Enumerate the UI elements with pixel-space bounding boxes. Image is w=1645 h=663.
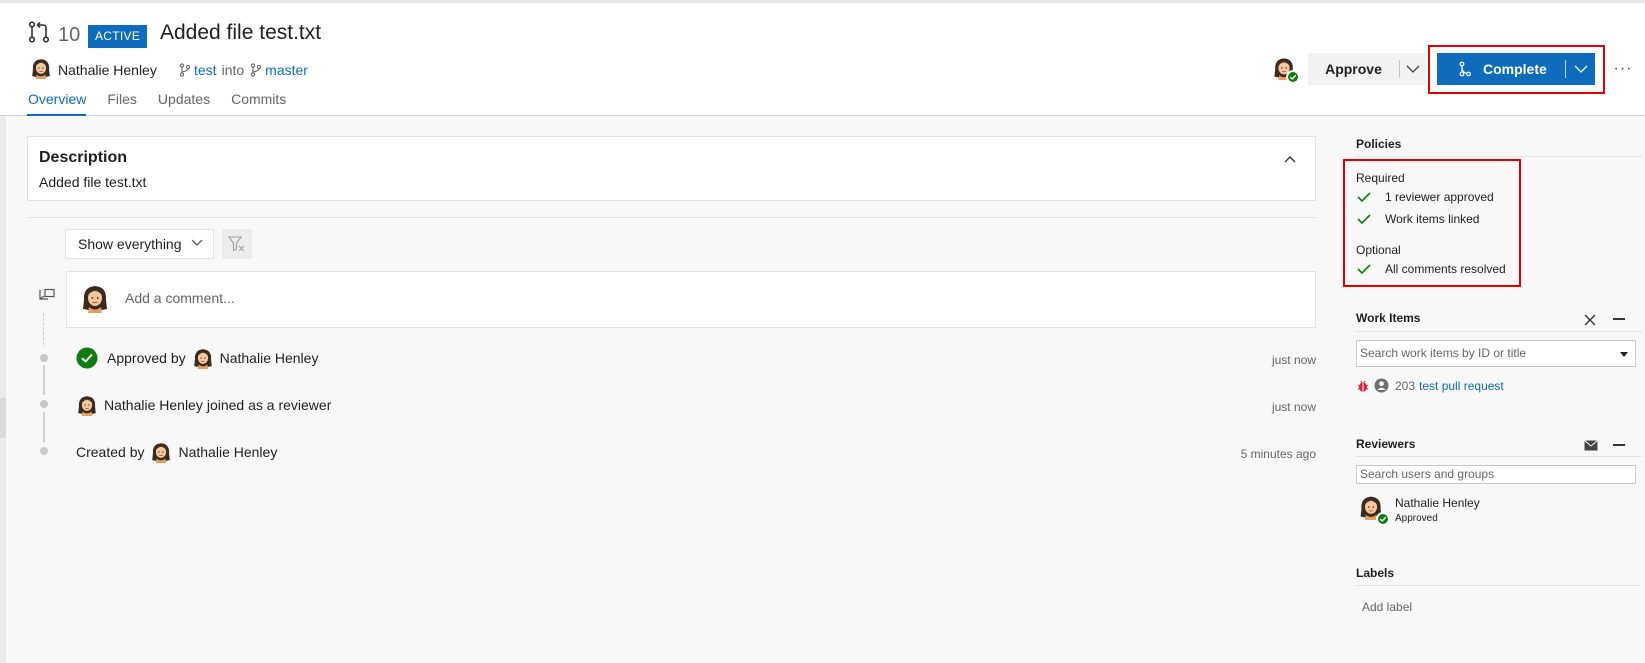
reviewers-heading: Reviewers — [1356, 437, 1416, 451]
reviewer-search-input[interactable]: Search users and groups — [1356, 465, 1636, 484]
tab-bar: Overview Files Updates Commits — [28, 91, 286, 107]
pr-header: 10 ACTIVE Added file test.txt Nathalie H… — [0, 3, 1645, 116]
timeline-dot — [40, 447, 48, 455]
event-text: Created by — [76, 444, 145, 460]
close-icon[interactable] — [1583, 313, 1597, 327]
target-branch-link[interactable]: master — [265, 62, 308, 78]
work-item-id: 203 — [1395, 378, 1416, 393]
approved-check-icon — [76, 347, 98, 369]
status-badge: ACTIVE — [88, 25, 148, 48]
tab-updates[interactable]: Updates — [158, 91, 210, 107]
activity-event-approved: Approved by Nathalie Henley — [76, 345, 318, 371]
filter-clear-icon — [228, 236, 245, 252]
approve-options-button[interactable] — [1400, 53, 1426, 85]
divider — [1356, 456, 1641, 457]
comment-icon — [39, 288, 55, 300]
event-timestamp: just now — [1271, 400, 1316, 414]
scroll-mark — [0, 398, 6, 438]
approve-button[interactable]: Approve — [1308, 61, 1399, 77]
branch-icon — [251, 63, 262, 77]
activity-filter-dropdown[interactable]: Show everything — [65, 229, 214, 259]
work-items-heading: Work Items — [1356, 311, 1421, 325]
mail-icon[interactable] — [1584, 440, 1598, 451]
branch-info: test into master — [179, 62, 308, 78]
more-actions-button[interactable]: ··· — [1610, 56, 1636, 82]
divider — [27, 217, 1316, 218]
work-item-link[interactable]: test pull request — [1419, 379, 1504, 393]
avatar — [150, 441, 172, 463]
activity-event-created: Created by Nathalie Henley — [76, 439, 277, 465]
timeline-connector — [43, 365, 45, 395]
tab-commits[interactable]: Commits — [231, 91, 286, 107]
add-label-button[interactable]: Add label — [1362, 600, 1412, 614]
divider — [1356, 585, 1641, 586]
event-user-name[interactable]: Nathalie Henley — [104, 397, 203, 413]
comment-box[interactable]: Add a comment... — [66, 271, 1316, 328]
event-user-name[interactable]: Nathalie Henley — [178, 444, 277, 460]
minimize-icon[interactable] — [1613, 318, 1625, 320]
avatar — [76, 394, 98, 416]
divider — [1356, 331, 1641, 332]
event-timestamp: 5 minutes ago — [1240, 447, 1316, 461]
left-edge — [0, 116, 6, 663]
event-user-name[interactable]: Nathalie Henley — [220, 350, 319, 366]
into-text: into — [221, 62, 245, 78]
chevron-down-icon — [1406, 65, 1420, 73]
timeline-connector — [43, 313, 44, 345]
description-text: Added file test.txt — [39, 174, 147, 190]
labels-heading: Labels — [1356, 566, 1395, 580]
work-item-search-placeholder: Search work items by ID or title — [1360, 346, 1527, 360]
avatar — [80, 283, 110, 313]
approved-badge-icon — [1376, 512, 1390, 526]
reviewer-status: Approved — [1395, 513, 1438, 524]
active-tab-indicator — [27, 114, 86, 116]
avatar — [192, 347, 214, 369]
policies-heading: Policies — [1356, 137, 1402, 151]
branch-icon — [179, 63, 191, 77]
pull-request-icon — [28, 21, 50, 43]
description-heading: Description — [39, 149, 128, 166]
event-timestamp: just now — [1271, 353, 1316, 367]
event-text: joined as a reviewer — [206, 397, 332, 413]
timeline-dot — [40, 400, 48, 408]
chevron-up-icon[interactable] — [1282, 151, 1298, 167]
timeline-connector — [43, 412, 45, 442]
timeline-dot — [40, 354, 48, 362]
event-text: Approved by — [107, 350, 186, 366]
activity-event-joined: Nathalie Henley joined as a reviewer — [76, 392, 331, 418]
work-item-search-input[interactable]: Search work items by ID or title — [1356, 340, 1636, 367]
source-branch-link[interactable]: test — [194, 62, 217, 78]
comment-input[interactable]: Add a comment... — [125, 290, 235, 306]
author-avatar[interactable] — [30, 57, 52, 79]
highlight-box-policies — [1343, 159, 1521, 287]
work-item-avatar-icon — [1374, 378, 1389, 393]
minimize-icon[interactable] — [1613, 444, 1625, 446]
approved-badge-icon — [1286, 70, 1300, 84]
pr-number: 10 — [58, 24, 81, 46]
author-name[interactable]: Nathalie Henley — [58, 62, 157, 78]
highlight-box-complete — [1428, 45, 1605, 94]
bug-icon — [1357, 380, 1369, 392]
divider — [1356, 156, 1641, 157]
approve-split-button: Approve — [1308, 53, 1426, 85]
chevron-down-icon — [191, 239, 203, 246]
page-title: Added file test.txt — [160, 21, 322, 44]
work-item-row: 203 test pull request — [1356, 378, 1504, 393]
description-card: Description Added file test.txt — [27, 136, 1316, 201]
reviewer-name[interactable]: Nathalie Henley — [1395, 496, 1480, 510]
dropdown-arrow-icon — [1620, 352, 1628, 357]
tab-files[interactable]: Files — [107, 91, 137, 107]
tab-overview[interactable]: Overview — [28, 91, 86, 107]
filter-value: Show everything — [78, 236, 182, 252]
filter-clear-button[interactable] — [222, 229, 252, 259]
